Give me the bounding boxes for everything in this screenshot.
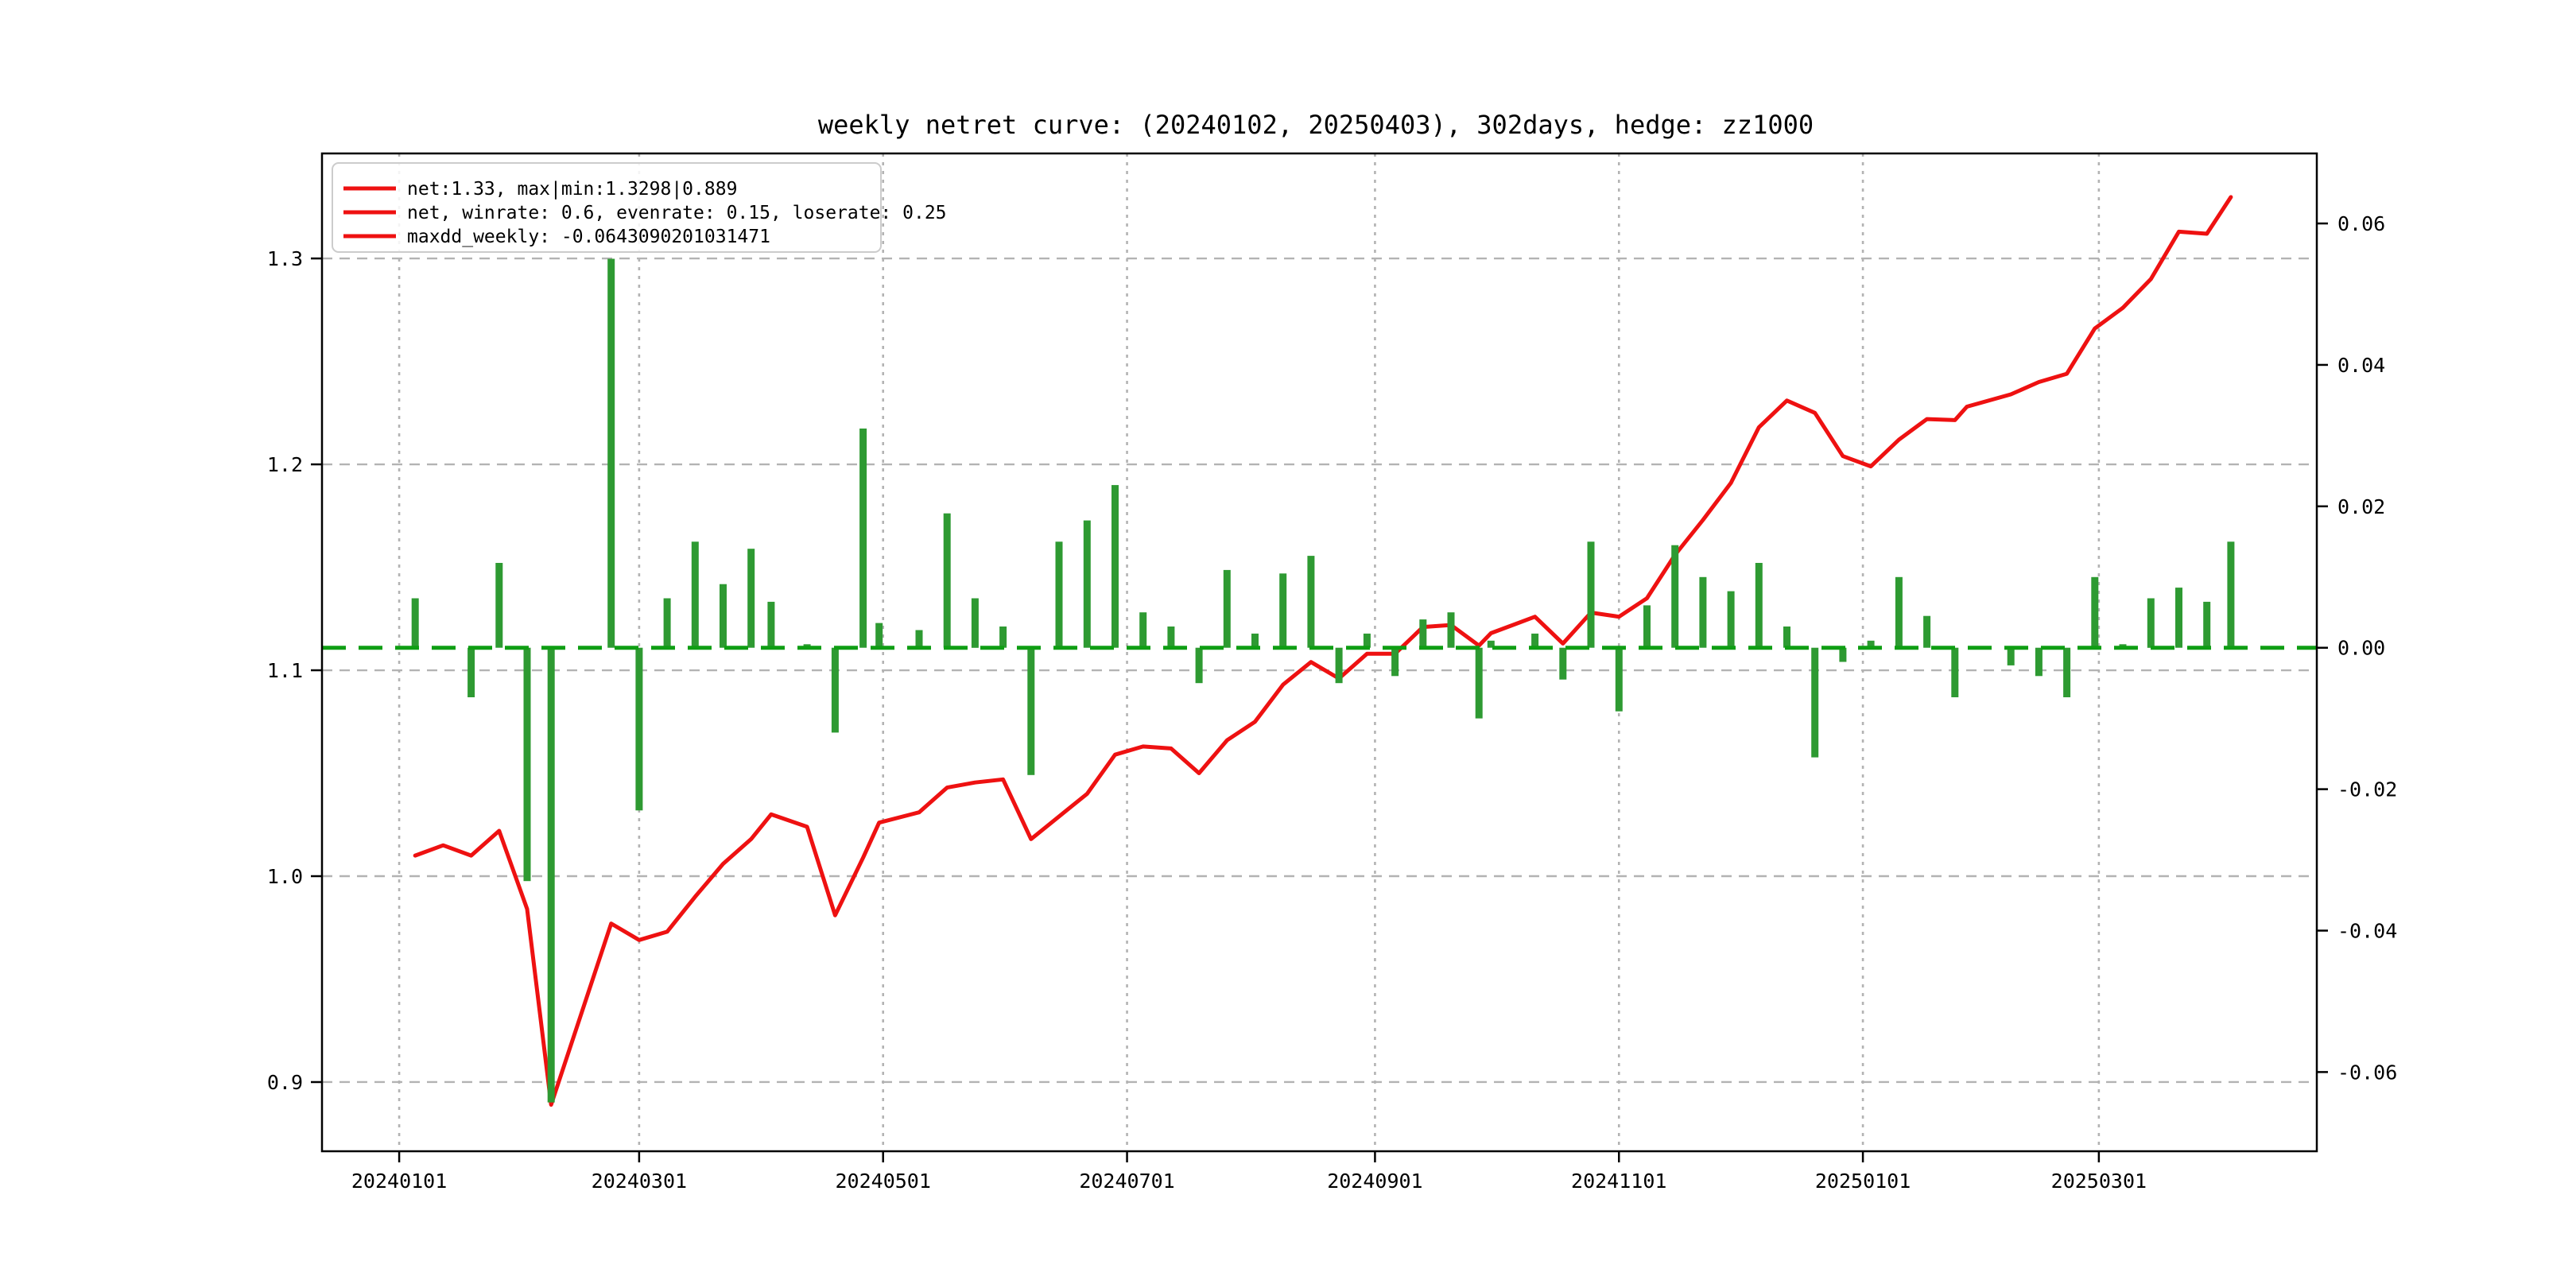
weekly-return-bar	[1139, 612, 1146, 648]
x-axis-tick-label: 20240301	[592, 1170, 687, 1193]
left-axis-tick-label: 1.0	[267, 865, 303, 888]
legend-entry-maxdd: maxdd_weekly: -0.0643090201031471	[407, 227, 770, 247]
x-axis-tick-label: 20240101	[351, 1170, 447, 1193]
weekly-return-bar	[1279, 573, 1286, 647]
weekly-return-bar	[1699, 577, 1706, 648]
right-axis-tick-label: 0.02	[2337, 495, 2385, 518]
weekly-return-bar	[2035, 648, 2043, 677]
weekly-return-bar	[1056, 541, 1063, 647]
weekly-return-bar	[1448, 612, 1455, 648]
weekly-return-bar	[1728, 592, 1735, 648]
x-axis-tick-label: 20240701	[1079, 1170, 1174, 1193]
weekly-return-bar	[1084, 521, 1091, 648]
weekly-return-bar	[1531, 634, 1538, 648]
weekly-return-bar	[664, 599, 671, 648]
weekly-return-bar	[1559, 648, 1566, 680]
weekly-return-bar	[1895, 577, 1903, 648]
weekly-return-bar	[944, 514, 951, 648]
weekly-return-bar	[2091, 577, 2098, 648]
chart-canvas: weekly netret curve: (20240102, 20250403…	[0, 0, 2576, 1288]
weekly-return-bar	[859, 429, 867, 648]
x-axis-tick-label: 20241101	[1571, 1170, 1666, 1193]
weekly-return-bar	[1251, 634, 1259, 648]
weekly-return-bar	[2203, 602, 2210, 648]
x-axis-tick-label: 20240901	[1327, 1170, 1422, 1193]
weekly-return-bar	[1671, 545, 1678, 648]
weekly-return-bar	[2175, 588, 2182, 648]
weekly-return-bar	[524, 648, 531, 881]
weekly-return-bar	[1307, 556, 1314, 648]
legend-entry-net: net:1.33, max|min:1.3298|0.889	[407, 179, 737, 200]
weekly-return-bar	[767, 602, 774, 648]
weekly-return-bar	[607, 259, 615, 648]
legend: net:1.33, max|min:1.3298|0.889 net, winr…	[332, 163, 947, 252]
weekly-return-bar	[548, 648, 555, 1103]
weekly-return-bar	[1167, 627, 1174, 648]
right-axis-tick-label: 0.04	[2337, 354, 2385, 377]
weekly-return-bar	[1419, 619, 1426, 648]
weekly-return-bar	[1951, 648, 1958, 697]
weekly-return-bar	[2008, 648, 2015, 665]
weekly-return-bar	[1111, 485, 1119, 648]
weekly-return-bar	[1224, 570, 1231, 648]
weekly-return-bar	[1783, 627, 1790, 648]
weekly-return-bar	[1811, 648, 1818, 758]
weekly-return-bar	[999, 627, 1007, 648]
weekly-return-bar	[635, 648, 642, 811]
x-axis-tick-label: 20250301	[2051, 1170, 2147, 1193]
right-axis-tick-label: 0.00	[2337, 637, 2385, 660]
weekly-return-bar	[467, 648, 475, 697]
weekly-return-bar	[1755, 563, 1763, 648]
right-axis-tick-label: -0.04	[2337, 919, 2397, 942]
weekly-return-bar	[1196, 648, 1203, 684]
weekly-return-bar	[916, 630, 923, 648]
weekly-return-bar	[692, 541, 699, 647]
weekly-return-bar	[832, 648, 839, 733]
weekly-return-bar	[1839, 648, 1846, 662]
right-axis-tick-label: 0.06	[2337, 212, 2385, 235]
weekly-return-bar	[1923, 616, 1930, 648]
weekly-return-bar	[875, 623, 883, 648]
left-axis-tick-label: 1.3	[267, 247, 303, 270]
chart-title: weekly netret curve: (20240102, 20250403…	[818, 110, 1814, 140]
left-axis-tick-label: 1.2	[267, 453, 303, 476]
weekly-netret-chart: weekly netret curve: (20240102, 20250403…	[0, 0, 2576, 1288]
x-axis-tick-label: 20250101	[1815, 1170, 1911, 1193]
weekly-return-bar	[1027, 648, 1034, 775]
weekly-return-bar	[2063, 648, 2070, 697]
weekly-return-bar	[2147, 599, 2155, 648]
x-axis-tick-label: 20240501	[836, 1170, 931, 1193]
weekly-return-bar	[972, 599, 979, 648]
weekly-return-bar	[412, 599, 419, 648]
weekly-return-bar	[1364, 634, 1371, 648]
weekly-return-bar	[2227, 541, 2234, 647]
right-axis-tick-label: -0.02	[2337, 778, 2397, 801]
weekly-return-bar	[1588, 541, 1595, 647]
weekly-return-bar	[1391, 648, 1399, 677]
weekly-return-bar	[720, 584, 727, 648]
weekly-return-bar	[747, 549, 755, 648]
right-axis-tick-label: -0.06	[2337, 1061, 2397, 1084]
weekly-return-bar	[1616, 648, 1623, 712]
left-axis-tick-label: 0.9	[267, 1071, 303, 1094]
weekly-return-bar	[1476, 648, 1483, 719]
weekly-return-bar	[1336, 648, 1343, 684]
weekly-return-bar	[1643, 605, 1651, 647]
left-axis-tick-label: 1.1	[267, 659, 303, 682]
legend-entry-winrate: net, winrate: 0.6, evenrate: 0.15, loser…	[407, 203, 947, 223]
weekly-return-bar	[495, 563, 502, 648]
